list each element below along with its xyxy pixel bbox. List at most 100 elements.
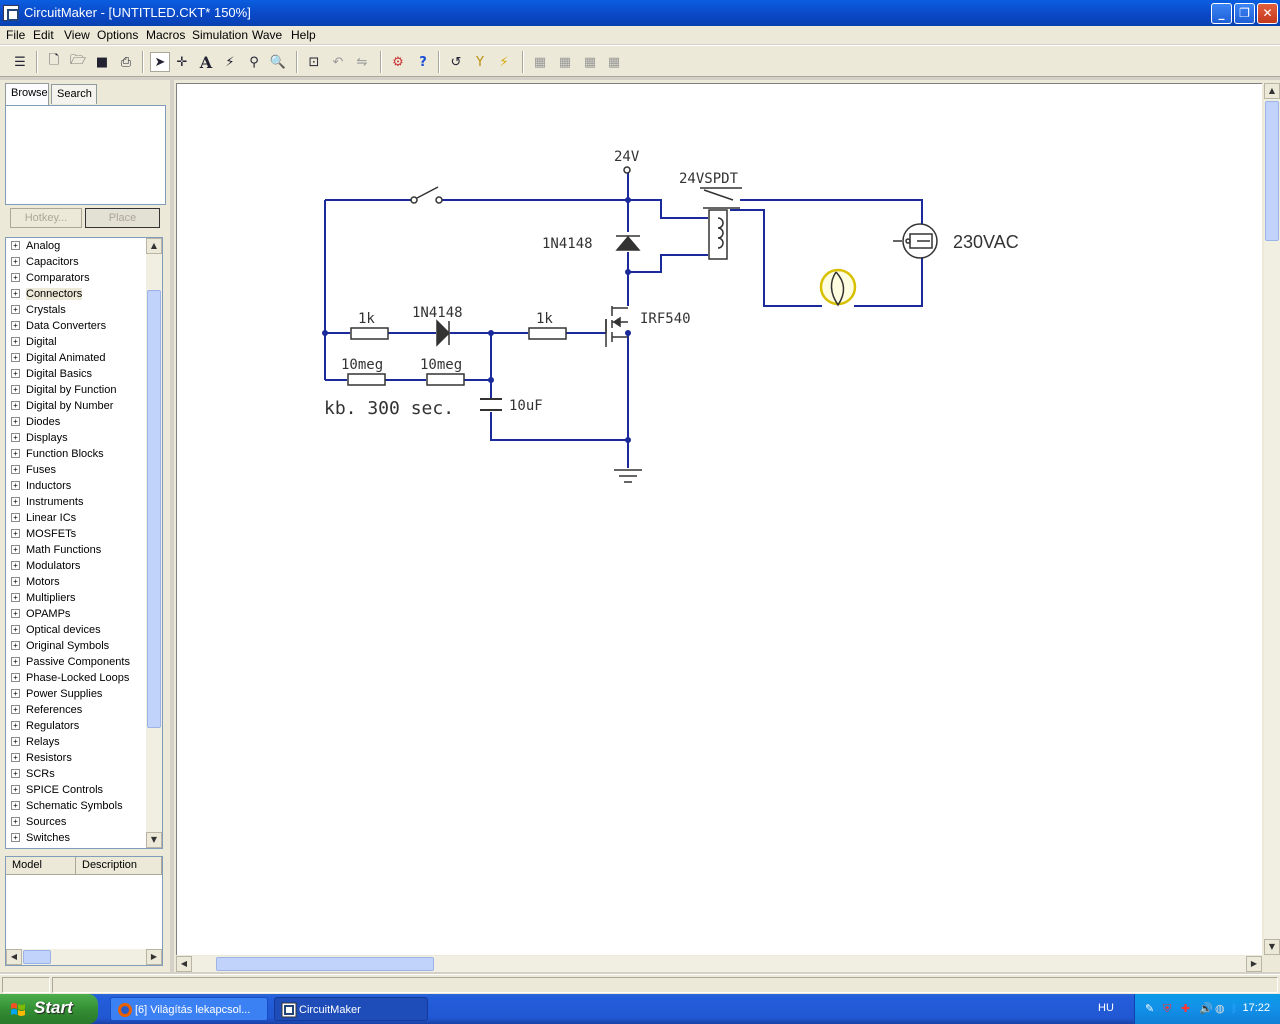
open-file-icon[interactable]: 🗁: [68, 52, 88, 72]
tree-item[interactable]: + Fuses: [11, 464, 56, 480]
minimize-button[interactable]: _: [1211, 3, 1232, 24]
network-icon[interactable]: ✎: [1145, 1002, 1159, 1016]
macro-4-icon[interactable]: ▦: [604, 52, 624, 72]
expand-icon[interactable]: +: [11, 481, 20, 490]
circuitmaker-icon[interactable]: [3, 5, 19, 21]
tree-item[interactable]: + Displays: [11, 432, 68, 448]
expand-icon[interactable]: +: [11, 433, 20, 442]
canvas-vscrollbar[interactable]: ▲ ▼: [1264, 83, 1280, 955]
canvas-hscrollbar[interactable]: ◀ ▶: [176, 956, 1262, 972]
tree-item[interactable]: + Digital Basics: [11, 368, 92, 384]
security-icon[interactable]: ⛨: [1163, 1002, 1177, 1016]
help-icon[interactable]: ?: [413, 52, 433, 72]
tree-item[interactable]: + Regulators: [11, 720, 79, 736]
tree-item[interactable]: + Analog: [11, 240, 60, 256]
expand-icon[interactable]: +: [11, 353, 20, 362]
zoom-tool-icon[interactable]: 🔍: [268, 52, 288, 72]
expand-icon[interactable]: +: [11, 769, 20, 778]
tree-item[interactable]: + Capacitors: [11, 256, 79, 272]
tree-item[interactable]: + Relays: [11, 736, 60, 752]
expand-icon[interactable]: +: [11, 641, 20, 650]
expand-icon[interactable]: +: [11, 561, 20, 570]
clock[interactable]: 17:22: [1242, 1002, 1270, 1014]
toggle-panel-icon[interactable]: ☰: [10, 52, 30, 72]
menu-wave[interactable]: Wave: [252, 28, 282, 42]
hotkey-button[interactable]: Hotkey...: [10, 208, 82, 228]
tree-item[interactable]: + Math Functions: [11, 544, 101, 560]
tree-item[interactable]: + Power Supplies: [11, 688, 102, 704]
macro-2-icon[interactable]: ▦: [555, 52, 575, 72]
tree-scroll-thumb[interactable]: [147, 290, 161, 728]
expand-icon[interactable]: +: [11, 465, 20, 474]
menu-view[interactable]: View: [64, 28, 90, 42]
zoom-fit-icon[interactable]: ⊡: [304, 52, 324, 72]
expand-icon[interactable]: +: [11, 689, 20, 698]
model-hscrollbar[interactable]: ◀ ▶: [6, 949, 162, 965]
canvas-hscroll-thumb[interactable]: [216, 957, 434, 971]
tree-item[interactable]: + Function Blocks: [11, 448, 104, 464]
schematic-drawing[interactable]: 24V 24VSPDT 1N4148 1N4148 1k 1k 10meg 10…: [177, 84, 1262, 955]
expand-icon[interactable]: +: [11, 257, 20, 266]
mirror-icon[interactable]: ⇋: [352, 52, 372, 72]
tree-item[interactable]: + Digital Animated: [11, 352, 106, 368]
model-scroll-thumb[interactable]: [23, 950, 51, 964]
menu-file[interactable]: File: [6, 28, 25, 42]
expand-icon[interactable]: +: [11, 529, 20, 538]
expand-icon[interactable]: +: [11, 449, 20, 458]
expand-icon[interactable]: +: [11, 721, 20, 730]
expand-icon[interactable]: +: [11, 417, 20, 426]
tree-item[interactable]: + Digital by Function: [11, 384, 117, 400]
tree-item[interactable]: + SCRs: [11, 768, 55, 784]
menu-macros[interactable]: Macros: [146, 28, 185, 42]
macro-1-icon[interactable]: ▦: [530, 52, 550, 72]
scroll-up-icon[interactable]: ▲: [146, 238, 162, 254]
expand-icon[interactable]: +: [11, 321, 20, 330]
new-file-icon[interactable]: 🗋: [44, 52, 64, 72]
expand-icon[interactable]: +: [11, 305, 20, 314]
restore-button[interactable]: ❐: [1234, 3, 1255, 24]
expand-icon[interactable]: +: [11, 801, 20, 810]
menu-help[interactable]: Help: [291, 28, 316, 42]
expand-icon[interactable]: +: [11, 289, 20, 298]
language-indicator[interactable]: HU: [1098, 1002, 1114, 1014]
expand-icon[interactable]: +: [11, 673, 20, 682]
volume-icon[interactable]: 🔊: [1199, 1002, 1213, 1016]
tree-item[interactable]: + Comparators: [11, 272, 90, 288]
task-firefox[interactable]: [6] Világítás lekapcsol...: [110, 997, 268, 1021]
scroll-right-icon[interactable]: ▶: [1246, 956, 1262, 972]
delete-tool-icon[interactable]: ⚲: [244, 52, 264, 72]
column-model[interactable]: Model: [6, 857, 76, 875]
expand-icon[interactable]: +: [11, 369, 20, 378]
tree-item[interactable]: + Modulators: [11, 560, 80, 576]
expand-icon[interactable]: +: [11, 241, 20, 250]
task-circuitmaker[interactable]: CircuitMaker: [274, 997, 428, 1021]
tree-item[interactable]: + Digital by Number: [11, 400, 113, 416]
title-bar[interactable]: CircuitMaker - [UNTITLED.CKT* 150%] _ ❐ …: [0, 0, 1280, 26]
tree-item[interactable]: + Data Converters: [11, 320, 106, 336]
column-description[interactable]: Description: [76, 857, 162, 875]
tree-item[interactable]: + Schematic Symbols: [11, 800, 123, 816]
expand-icon[interactable]: +: [11, 401, 20, 410]
start-button[interactable]: Start: [0, 994, 98, 1024]
display-icon[interactable]: ◍: [1215, 1002, 1229, 1016]
expand-icon[interactable]: +: [11, 625, 20, 634]
scroll-left-icon[interactable]: ◀: [176, 956, 192, 972]
expand-icon[interactable]: +: [11, 577, 20, 586]
antivirus-icon[interactable]: ✚: [1181, 1002, 1195, 1016]
scroll-down-icon[interactable]: ▼: [1264, 939, 1280, 955]
scroll-down-icon[interactable]: ▼: [146, 832, 162, 848]
print-icon[interactable]: ⎙: [116, 52, 136, 72]
macro-3-icon[interactable]: ▦: [580, 52, 600, 72]
menu-options[interactable]: Options: [97, 28, 138, 42]
tree-item[interactable]: + Original Symbols: [11, 640, 109, 656]
tree-item[interactable]: + Resistors: [11, 752, 72, 768]
trace-icon[interactable]: Y: [470, 52, 490, 72]
expand-icon[interactable]: +: [11, 753, 20, 762]
tree-item[interactable]: + Switches: [11, 832, 70, 848]
digital-simulation-icon[interactable]: ⚙: [388, 52, 408, 72]
run-icon[interactable]: ⚡: [494, 52, 514, 72]
menu-simulation[interactable]: Simulation: [192, 28, 248, 42]
scroll-left-icon[interactable]: ◀: [6, 949, 22, 965]
expand-icon[interactable]: +: [11, 273, 20, 282]
tree-item[interactable]: + OPAMPs: [11, 608, 70, 624]
